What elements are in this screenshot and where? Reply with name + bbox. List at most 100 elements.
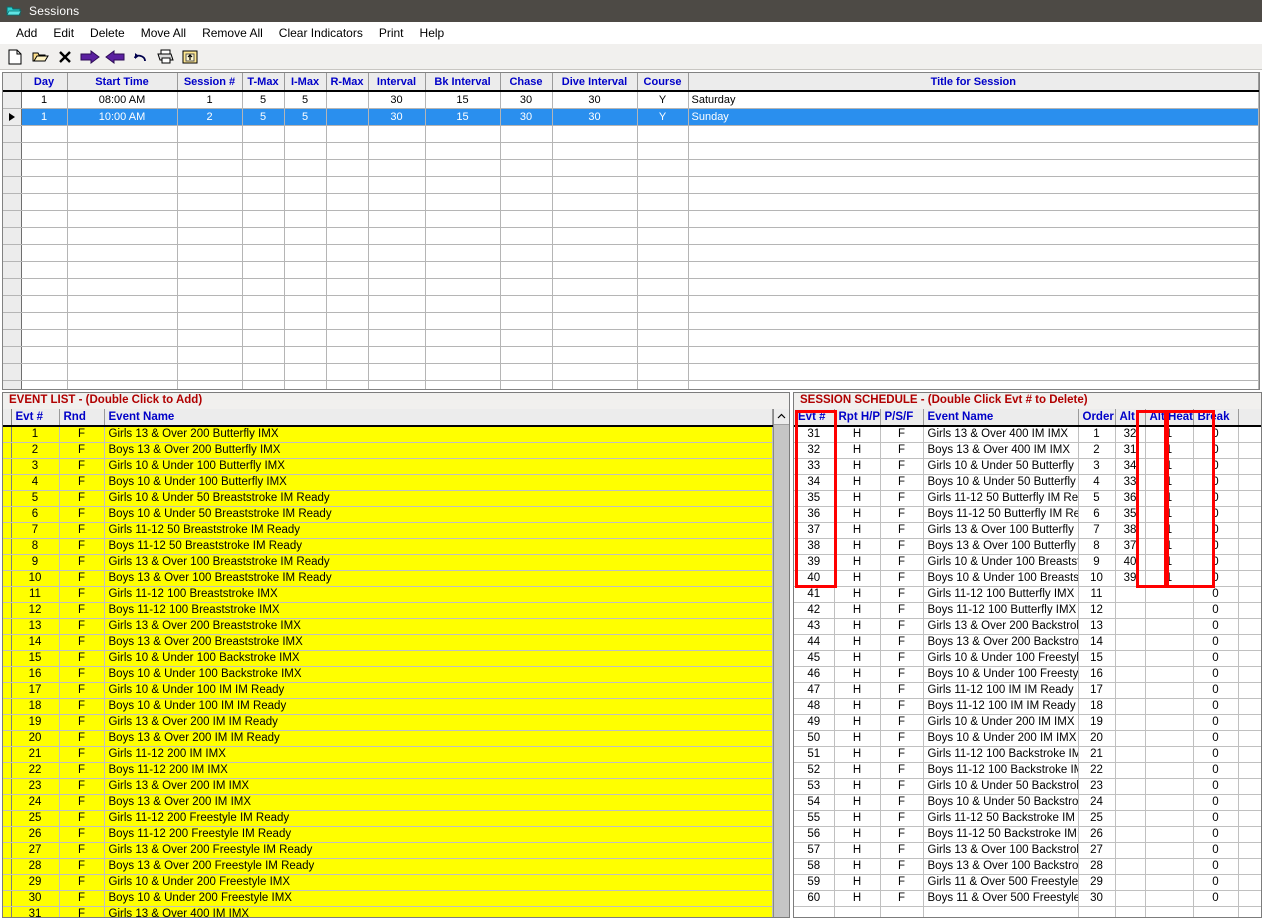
session-cell-empty[interactable] — [284, 125, 327, 143]
event-row-marker[interactable] — [3, 794, 12, 811]
session-schedule-item[interactable]: 55HFGirls 11-12 50 Backstroke IM Ready25… — [794, 810, 1261, 827]
session-cell-empty[interactable] — [67, 346, 178, 364]
event-list-item[interactable]: 25 F Girls 11-12 200 Freestyle IM Ready — [3, 810, 773, 827]
session-cell-empty[interactable] — [637, 278, 689, 296]
session-cell-empty[interactable] — [500, 193, 553, 211]
sched-cell-evt-num[interactable]: 44 — [794, 634, 835, 651]
sched-cell-event-name[interactable]: Boys 10 & Under 200 IM IMX — [923, 730, 1079, 747]
row-selector[interactable] — [3, 295, 22, 313]
event-cell-name[interactable]: Boys 11-12 200 IM IMX — [104, 762, 773, 779]
sched-cell-break[interactable]: 0 — [1193, 890, 1239, 907]
sched-cell-overflow[interactable] — [1238, 746, 1261, 763]
session-cell-empty[interactable] — [242, 159, 285, 177]
sched-cell-event-name[interactable]: Boys 13 & Over 100 Backstroke IM — [923, 858, 1079, 875]
event-cell-name[interactable]: Girls 10 & Under 100 IM IM Ready — [104, 682, 773, 699]
menu-print[interactable]: Print — [371, 24, 412, 42]
sched-cell-alt-heats[interactable] — [1145, 730, 1194, 747]
session-cell-empty[interactable] — [637, 227, 689, 245]
sched-cell-empty[interactable] — [794, 906, 835, 917]
session-cell-empty[interactable] — [500, 244, 553, 262]
session-row-empty[interactable] — [3, 176, 1259, 194]
session-schedule-item[interactable]: 31 H F Girls 13 & Over 400 IM IMX 1 32 1 0 — [794, 426, 1261, 443]
session-cell-empty[interactable] — [500, 278, 553, 296]
sched-cell-empty[interactable] — [1238, 906, 1261, 917]
session-cell-empty[interactable] — [21, 227, 68, 245]
sched-cell-break[interactable]: 0 — [1193, 538, 1239, 555]
sched-cell-rpt-hp[interactable]: H — [834, 634, 881, 651]
event-list-item[interactable]: 24 F Boys 13 & Over 200 IM IMX — [3, 794, 773, 811]
session-cell-empty[interactable] — [242, 295, 285, 313]
session-cell-empty[interactable] — [284, 244, 327, 262]
sched-cell-event-name[interactable]: Boys 11-12 100 Backstroke IMX — [923, 762, 1079, 779]
sched-cell-rpt-hp[interactable]: H — [834, 666, 881, 683]
session-cell-empty[interactable] — [552, 244, 638, 262]
session-cell-empty[interactable] — [637, 193, 689, 211]
row-selector[interactable] — [3, 261, 22, 279]
session-cell-empty[interactable] — [500, 227, 553, 245]
event-list-body[interactable]: Evt # Rnd Event Name 1 F Girls 13 & Over 2… — [3, 409, 789, 917]
session-cell-chase[interactable]: 30 — [500, 108, 553, 126]
row-selector-arrow[interactable] — [3, 108, 22, 126]
sched-cell-alt-heats[interactable]: 1 — [1145, 426, 1194, 443]
event-list-item[interactable]: 1 F Girls 13 & Over 200 Butterfly IMX — [3, 426, 773, 443]
event-cell-evt-num[interactable]: 23 — [11, 778, 60, 795]
sched-cell-break[interactable]: 0 — [1193, 746, 1239, 763]
event-col-header-rnd[interactable]: Rnd — [59, 409, 105, 427]
event-row-marker[interactable] — [3, 778, 12, 795]
event-row-marker[interactable] — [3, 890, 12, 907]
sched-cell-alt-heats[interactable] — [1145, 794, 1194, 811]
session-cell-empty[interactable] — [500, 363, 553, 381]
session-cell-empty[interactable] — [67, 210, 178, 228]
sched-cell-break[interactable]: 0 — [1193, 682, 1239, 699]
session-cell-empty[interactable] — [425, 329, 501, 347]
session-cell-empty[interactable] — [368, 261, 426, 279]
session-cell-empty[interactable] — [284, 159, 327, 177]
session-cell-empty[interactable] — [637, 329, 689, 347]
event-cell-name[interactable]: Boys 13 & Over 200 IM IMX — [104, 794, 773, 811]
event-cell-name[interactable]: Girls 13 & Over 200 Freestyle IM Ready — [104, 842, 773, 859]
session-row-empty[interactable] — [3, 380, 1259, 389]
session-row-empty[interactable] — [3, 193, 1259, 211]
event-cell-rnd[interactable]: F — [59, 618, 105, 635]
sched-cell-event-name[interactable]: Girls 11-12 100 Backstroke IMX — [923, 746, 1079, 763]
session-cell-empty[interactable] — [326, 244, 369, 262]
col-header-session-num[interactable]: Session # — [177, 73, 243, 92]
menu-add[interactable]: Add — [8, 24, 45, 42]
session-cell-empty[interactable] — [500, 210, 553, 228]
session-cell-empty[interactable] — [637, 363, 689, 381]
session-cell-empty[interactable] — [425, 227, 501, 245]
session-cell-empty[interactable] — [552, 227, 638, 245]
event-cell-name[interactable]: Boys 10 & Under 50 Breaststroke IM Ready — [104, 506, 773, 523]
session-cell-empty[interactable] — [67, 278, 178, 296]
sched-cell-alt[interactable]: 34 — [1115, 458, 1146, 475]
session-cell-interval[interactable]: 30 — [368, 108, 426, 126]
sched-col-header-rpt-hp[interactable]: Rpt H/P — [834, 409, 881, 427]
sched-cell-evt-num[interactable]: 37 — [794, 522, 835, 539]
session-cell-empty[interactable] — [284, 380, 327, 389]
session-cell-empty[interactable] — [67, 159, 178, 177]
event-list-item[interactable]: 13 F Girls 13 & Over 200 Breaststroke IMX — [3, 618, 773, 635]
col-header-i-max[interactable]: I-Max — [284, 73, 327, 92]
sched-cell-empty[interactable] — [1193, 906, 1239, 917]
sched-cell-empty[interactable] — [923, 906, 1079, 917]
session-cell-empty[interactable] — [21, 193, 68, 211]
event-list-item[interactable]: 22 F Boys 11-12 200 IM IMX — [3, 762, 773, 779]
session-cell-empty[interactable] — [368, 159, 426, 177]
event-cell-evt-num[interactable]: 28 — [11, 858, 60, 875]
sched-cell-psf[interactable]: F — [880, 474, 924, 491]
event-cell-evt-num[interactable]: 25 — [11, 810, 60, 827]
session-row-empty[interactable] — [3, 244, 1259, 262]
event-cell-rnd[interactable]: F — [59, 842, 105, 859]
session-schedule-item[interactable]: 47 H F Girls 11-12 100 IM IM Ready 17 0 — [794, 682, 1261, 699]
sched-cell-order[interactable]: 21 — [1078, 746, 1116, 763]
sched-cell-rpt-hp[interactable]: H — [834, 730, 881, 747]
scroll-up-arrow-icon[interactable] — [774, 409, 789, 425]
session-cell-empty[interactable] — [67, 312, 178, 330]
session-cell-empty[interactable] — [368, 295, 426, 313]
session-cell-empty[interactable] — [21, 312, 68, 330]
session-cell-empty[interactable] — [242, 363, 285, 381]
sched-cell-rpt-hp[interactable]: H — [834, 794, 881, 811]
event-cell-rnd[interactable]: F — [59, 490, 105, 507]
session-cell-empty[interactable] — [284, 363, 327, 381]
session-cell-r-max[interactable] — [326, 91, 369, 109]
